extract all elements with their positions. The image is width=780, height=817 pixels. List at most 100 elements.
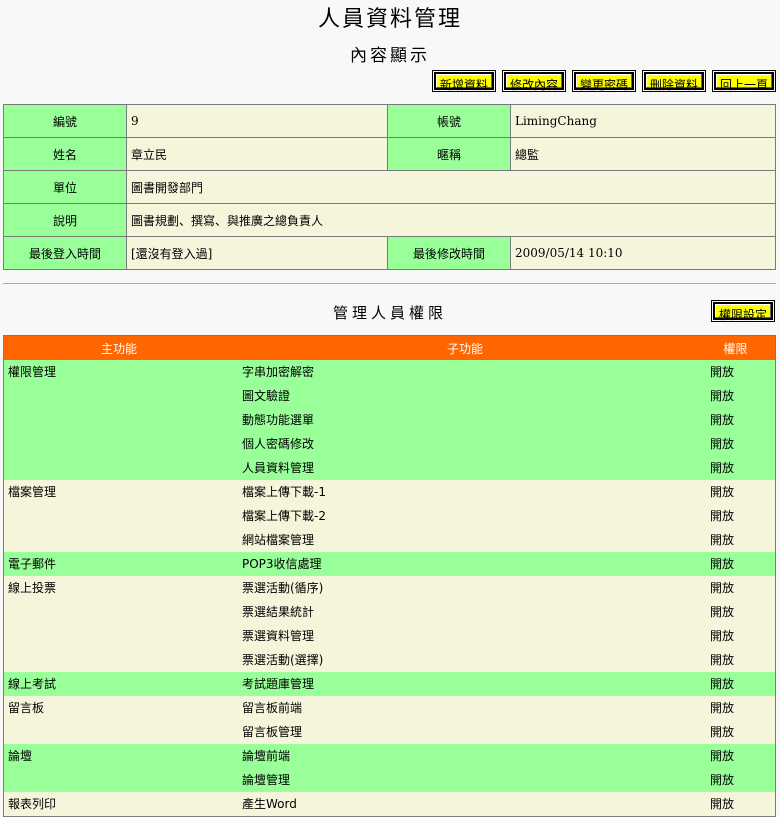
- main-function-cell: 檔案管理: [3, 480, 234, 504]
- permissions-table: 主功能 子功能 權限 權限管理 字串加密解密 開放 圖文驗證 開放 動態功能選單 開放 個人密…: [3, 335, 776, 817]
- sub-function-cell: 個人密碼修改: [234, 432, 696, 456]
- sub-function-cell: 檔案上傳下載-2: [234, 504, 696, 528]
- table-row: 報表列印 產生Word 開放: [3, 792, 776, 817]
- access-cell: 開放: [696, 504, 776, 528]
- name-label: 姓名: [3, 137, 127, 171]
- main-function-cell: 線上投票: [3, 576, 234, 600]
- table-row: 動態功能選單 開放: [3, 408, 776, 432]
- main-function-cell: [3, 504, 234, 528]
- table-row: 個人密碼修改 開放: [3, 432, 776, 456]
- main-function-cell: [3, 528, 234, 552]
- main-function-cell: [3, 720, 234, 744]
- header-access: 權限: [696, 335, 776, 360]
- main-function-cell: [3, 768, 234, 792]
- sub-function-cell: 字串加密解密: [234, 360, 696, 384]
- sub-function-cell: 動態功能選單: [234, 408, 696, 432]
- access-cell: 開放: [696, 552, 776, 576]
- access-cell: 開放: [696, 768, 776, 792]
- access-cell: 開放: [696, 528, 776, 552]
- id-value: 9: [126, 104, 388, 138]
- toolbar: 新增資料 修改內容 變更密碼 刪除資料 回上一頁: [431, 70, 777, 92]
- back-button[interactable]: 回上一頁: [711, 70, 777, 92]
- access-cell: 開放: [696, 384, 776, 408]
- table-row: 人員資料管理 開放: [3, 456, 776, 480]
- table-row: 論壇 論壇前端 開放: [3, 744, 776, 768]
- sub-function-cell: 留言板管理: [234, 720, 696, 744]
- sub-function-cell: 票選活動(循序): [234, 576, 696, 600]
- add-record-button[interactable]: 新增資料: [431, 70, 496, 92]
- table-row: 票選結果統計 開放: [3, 600, 776, 624]
- access-cell: 開放: [696, 672, 776, 696]
- main-function-cell: 留言板: [3, 696, 234, 720]
- table-row: 線上考試 考試題庫管理 開放: [3, 672, 776, 696]
- table-row: 檔案上傳下載-2 開放: [3, 504, 776, 528]
- access-cell: 開放: [696, 480, 776, 504]
- table-row: 圖文驗證 開放: [3, 384, 776, 408]
- access-cell: 開放: [696, 744, 776, 768]
- account-value: LimingChang: [510, 104, 776, 138]
- access-cell: 開放: [696, 696, 776, 720]
- permission-settings-button[interactable]: 權限設定: [710, 300, 776, 322]
- sub-function-cell: 人員資料管理: [234, 456, 696, 480]
- permissions-title: 管理人員權限: [332, 304, 447, 322]
- sub-function-cell: 圖文驗證: [234, 384, 696, 408]
- unit-value: 圖書開發部門: [126, 170, 776, 204]
- sub-function-cell: 論壇管理: [234, 768, 696, 792]
- access-cell: 開放: [696, 648, 776, 672]
- sub-function-cell: POP3收信處理: [234, 552, 696, 576]
- access-cell: 開放: [696, 624, 776, 648]
- access-cell: 開放: [696, 432, 776, 456]
- sub-function-cell: 票選結果統計: [234, 600, 696, 624]
- access-cell: 開放: [696, 360, 776, 384]
- last-login-value: [還沒有登入過]: [126, 236, 388, 270]
- page-title: 人員資料管理: [317, 7, 462, 32]
- account-label: 帳號: [387, 104, 511, 138]
- access-cell: 開放: [696, 576, 776, 600]
- delete-record-button[interactable]: 刪除資料: [641, 70, 706, 92]
- nickname-label: 暱稱: [387, 137, 511, 171]
- main-function-cell: 線上考試: [3, 672, 234, 696]
- sub-function-cell: 檔案上傳下載-1: [234, 480, 696, 504]
- main-function-cell: [3, 384, 234, 408]
- sub-function-cell: 考試題庫管理: [234, 672, 696, 696]
- main-function-cell: [3, 408, 234, 432]
- table-row: 票選活動(選擇) 開放: [3, 648, 776, 672]
- main-function-cell: [3, 648, 234, 672]
- header-sub-function: 子功能: [234, 335, 696, 360]
- user-info-table: 編號 9 帳號 LimingChang 姓名 章立民 暱稱 總監 單位 圖書開發…: [3, 104, 776, 270]
- access-cell: 開放: [696, 456, 776, 480]
- table-row: 權限管理 字串加密解密 開放: [3, 360, 776, 384]
- permissions-body: 權限管理 字串加密解密 開放 圖文驗證 開放 動態功能選單 開放 個人密碼修改 開放 人員資料管理…: [3, 360, 776, 817]
- access-cell: 開放: [696, 792, 776, 817]
- section-divider: [3, 283, 776, 284]
- table-row: 線上投票 票選活動(循序) 開放: [3, 576, 776, 600]
- main-function-cell: [3, 456, 234, 480]
- main-function-cell: 權限管理: [3, 360, 234, 384]
- description-value: 圖書規劃、撰寫、與推廣之總負責人: [126, 203, 776, 237]
- page-subtitle: 內容顯示: [350, 46, 430, 66]
- main-function-cell: 論壇: [3, 744, 234, 768]
- access-cell: 開放: [696, 720, 776, 744]
- change-password-button[interactable]: 變更密碼: [571, 70, 636, 92]
- table-row: 電子郵件 POP3收信處理 開放: [3, 552, 776, 576]
- sub-function-cell: 票選資料管理: [234, 624, 696, 648]
- last-modified-label: 最後修改時間: [387, 236, 511, 270]
- table-row: 檔案管理 檔案上傳下載-1 開放: [3, 480, 776, 504]
- sub-function-cell: 網站檔案管理: [234, 528, 696, 552]
- main-function-cell: 電子郵件: [3, 552, 234, 576]
- nickname-value: 總監: [510, 137, 776, 171]
- name-value: 章立民: [126, 137, 388, 171]
- main-function-cell: 報表列印: [3, 792, 234, 817]
- table-row: 網站檔案管理 開放: [3, 528, 776, 552]
- main-function-cell: [3, 600, 234, 624]
- id-label: 編號: [3, 104, 127, 138]
- unit-label: 單位: [3, 170, 127, 204]
- last-modified-value: 2009/05/14 10:10: [510, 236, 776, 270]
- edit-content-button[interactable]: 修改內容: [501, 70, 566, 92]
- sub-function-cell: 論壇前端: [234, 744, 696, 768]
- header-main-function: 主功能: [3, 335, 234, 360]
- description-label: 說明: [3, 203, 127, 237]
- table-row: 留言板管理 開放: [3, 720, 776, 744]
- access-cell: 開放: [696, 408, 776, 432]
- sub-function-cell: 票選活動(選擇): [234, 648, 696, 672]
